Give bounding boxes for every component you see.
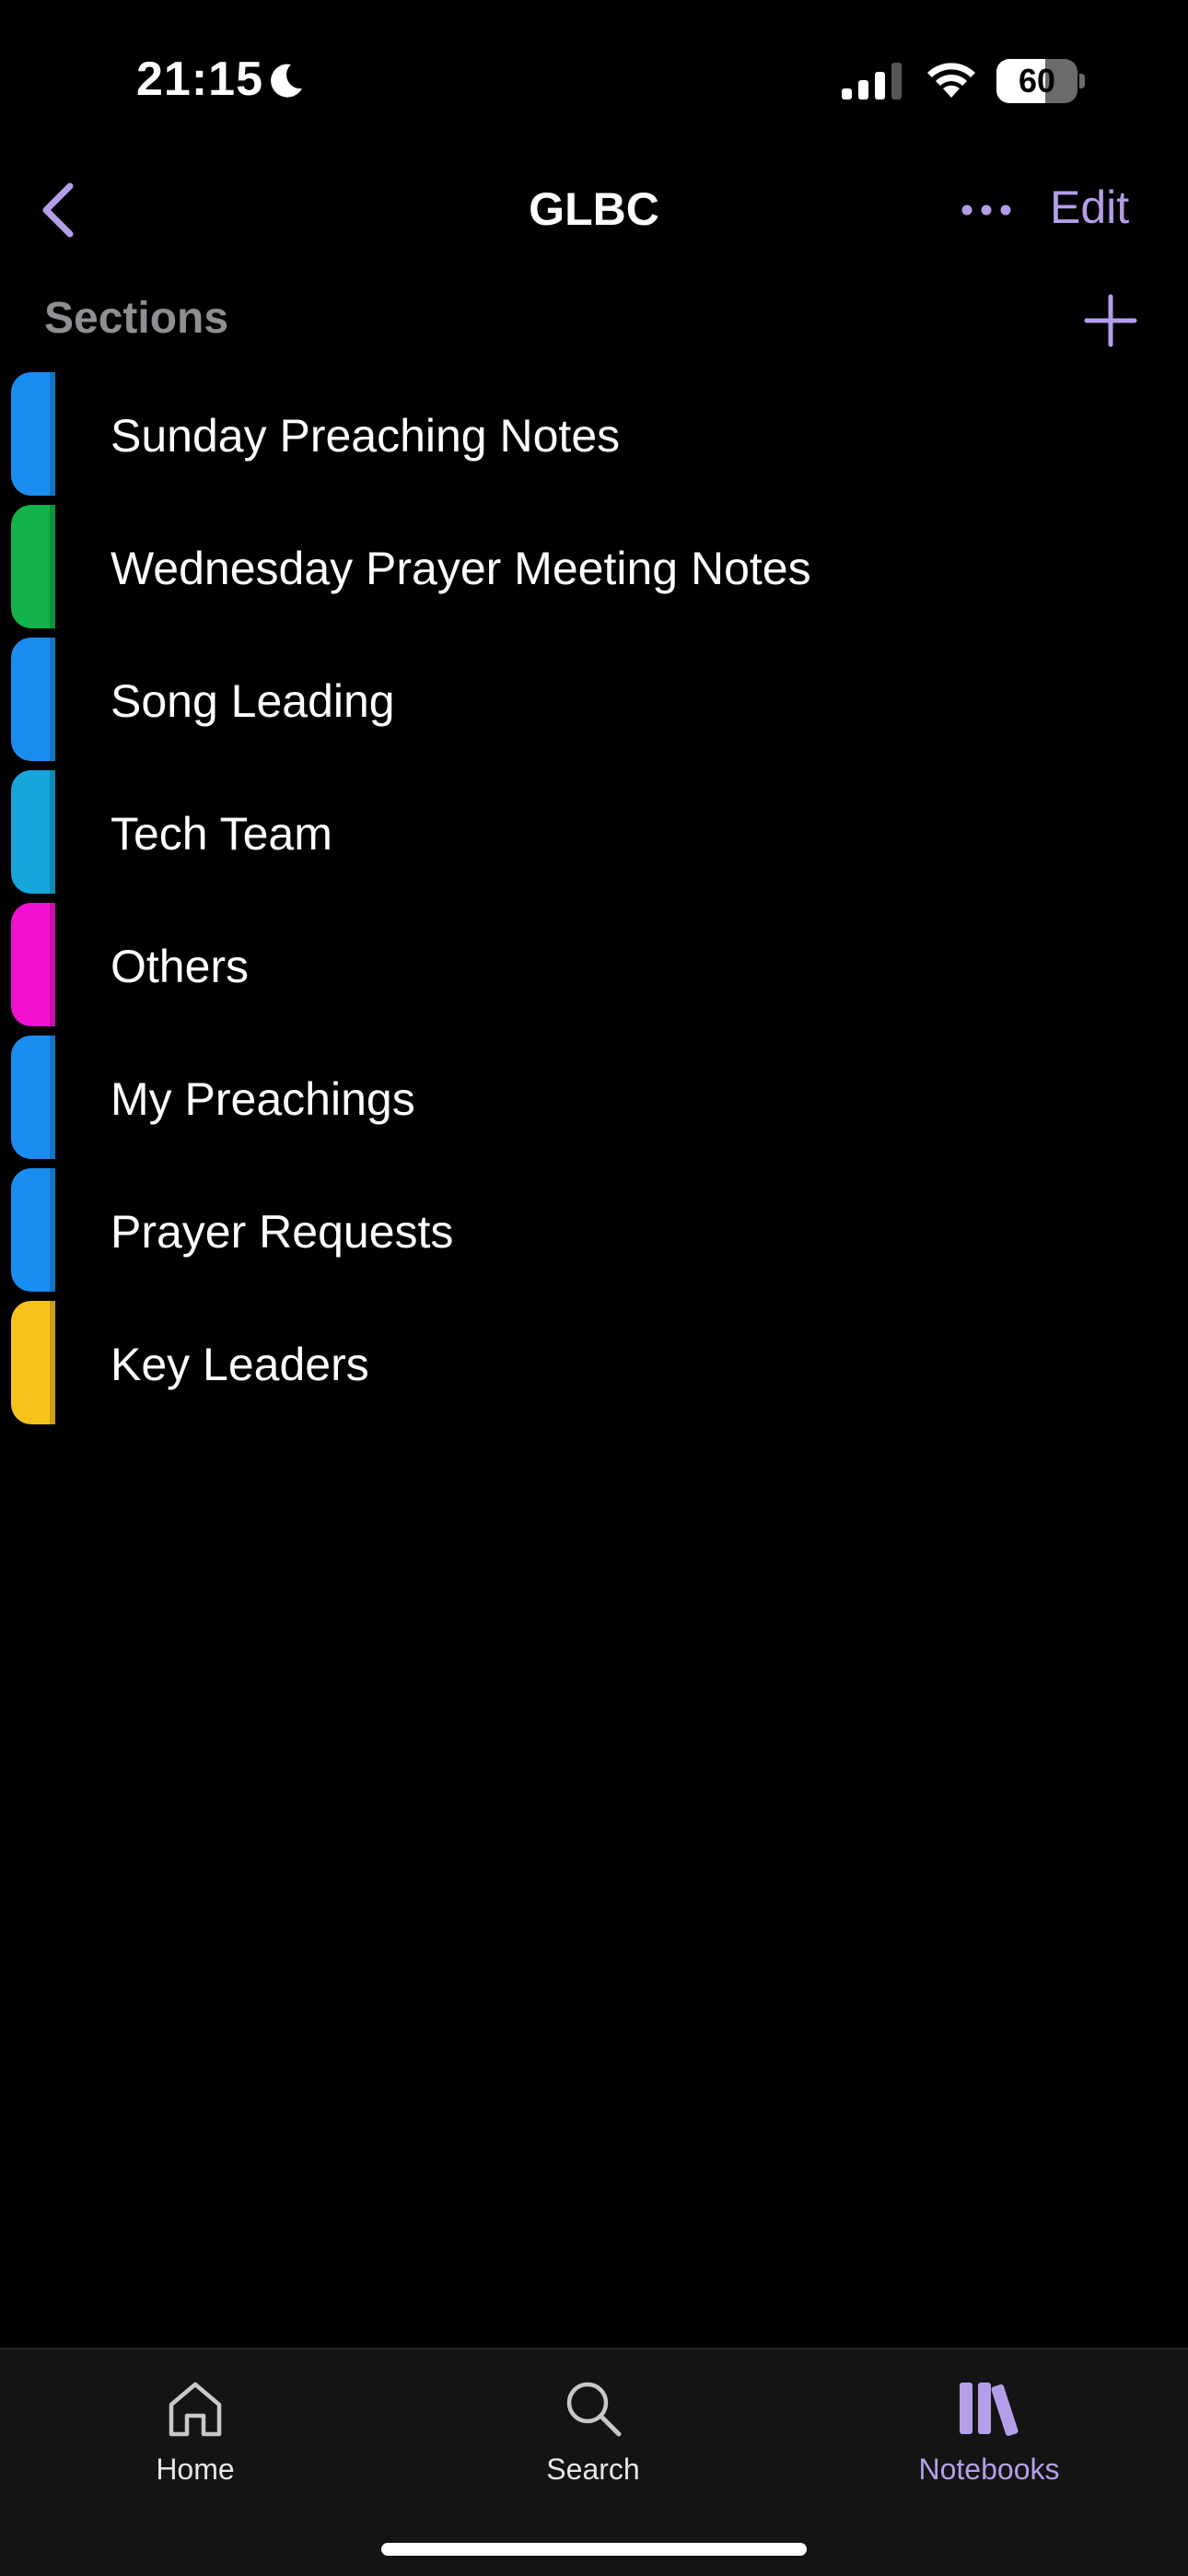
- notebooks-icon: [960, 2383, 1019, 2437]
- section-item-sunday-preaching-notes[interactable]: Sunday Preaching Notes: [0, 369, 1188, 501]
- section-label: Tech Team: [111, 808, 332, 860]
- tab-notebooks[interactable]: Notebooks: [869, 2373, 1109, 2512]
- section-item-tech-team[interactable]: Tech Team: [0, 767, 1188, 899]
- moon-icon: [271, 64, 302, 98]
- wifi-icon: [927, 63, 975, 98]
- section-label: Sunday Preaching Notes: [111, 410, 621, 462]
- section-list: Sunday Preaching Notes Wednesday Prayer …: [0, 369, 1188, 1430]
- cellular-signal-icon: [842, 63, 902, 100]
- section-color-tab: [11, 638, 55, 761]
- section-item-wednesday-prayer-meeting-notes[interactable]: Wednesday Prayer Meeting Notes: [0, 501, 1188, 634]
- section-label: Others: [111, 941, 250, 992]
- section-color-tab: [11, 1168, 55, 1292]
- section-label: Prayer Requests: [111, 1206, 454, 1258]
- status-bar: 21:15 60: [0, 0, 1188, 157]
- section-item-key-leaders[interactable]: Key Leaders: [0, 1297, 1188, 1430]
- battery-level: 60: [1018, 62, 1056, 100]
- section-color-tab: [11, 372, 55, 496]
- section-label: Wednesday Prayer Meeting Notes: [111, 543, 811, 594]
- section-item-prayer-requests[interactable]: Prayer Requests: [0, 1165, 1188, 1297]
- app-screen: 21:15 60 GLBC Edit Sections Sunday Preac…: [0, 0, 1188, 2576]
- battery-cap: [1079, 74, 1085, 88]
- tab-home[interactable]: Home: [76, 2373, 315, 2512]
- section-color-tab: [11, 1301, 55, 1424]
- section-color-tab: [11, 505, 55, 628]
- tab-search[interactable]: Search: [473, 2373, 713, 2512]
- search-icon: [566, 2382, 622, 2437]
- section-color-tab: [11, 903, 55, 1026]
- tab-label: Home: [156, 2453, 235, 2486]
- plus-icon[interactable]: [1081, 291, 1140, 350]
- battery-shell: 60: [996, 59, 1077, 103]
- ellipsis-icon[interactable]: [954, 184, 1019, 236]
- home-indicator: [381, 2543, 807, 2556]
- navigation-bar: GLBC Edit: [0, 157, 1188, 263]
- section-item-others[interactable]: Others: [0, 899, 1188, 1032]
- edit-button[interactable]: Edit: [1050, 181, 1129, 234]
- section-item-song-leading[interactable]: Song Leading: [0, 634, 1188, 767]
- section-label: Song Leading: [111, 675, 395, 727]
- section-label: Key Leaders: [111, 1339, 369, 1390]
- status-time: 21:15: [136, 53, 263, 106]
- tab-label: Search: [546, 2453, 640, 2486]
- sections-header: Sections: [44, 294, 229, 343]
- tab-label: Notebooks: [918, 2453, 1060, 2486]
- section-color-tab: [11, 770, 55, 894]
- tab-bar: Home Search Notebooks: [0, 2348, 1188, 2576]
- section-color-tab: [11, 1036, 55, 1159]
- section-item-my-preachings[interactable]: My Preachings: [0, 1032, 1188, 1165]
- battery-icon: 60: [996, 59, 1085, 103]
- home-icon: [169, 2382, 222, 2437]
- section-label: My Preachings: [111, 1073, 415, 1125]
